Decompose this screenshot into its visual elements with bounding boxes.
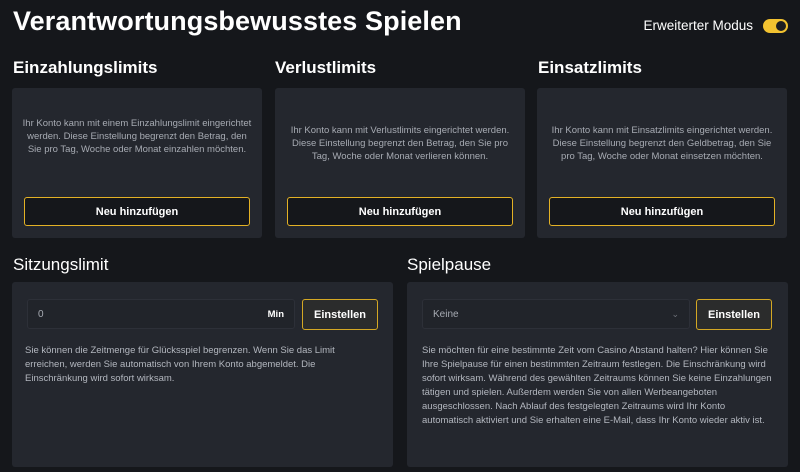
advanced-mode-toggle[interactable]: Erweiterter Modus: [643, 18, 788, 33]
loss-limits-title: Verlustlimits: [275, 58, 377, 77]
session-limit-unit: Min: [267, 308, 284, 320]
gaming-break-description: Sie möchten für eine bestimmte Zeit vom …: [422, 345, 772, 426]
wager-limits-text: Ihr Konto kann mit Einsatzlimits eingeri…: [551, 125, 773, 162]
session-limit-description: Sie können die Zeitmenge für Glücksspiel…: [25, 345, 335, 384]
wager-limits-title: Einsatzlimits: [538, 58, 642, 77]
wager-limits-card: Ihr Konto kann mit Einsatzlimits eingeri…: [537, 88, 787, 238]
session-limit-value: 0: [38, 308, 44, 320]
session-limit-card: 0 Min Einstellen Sie können die Zeitmeng…: [12, 282, 393, 467]
session-limit-title: Sitzungslimit: [13, 255, 109, 274]
loss-limits-text: Ihr Konto kann mit Verlustlimits eingeri…: [290, 125, 510, 162]
gaming-break-value: Keine: [433, 308, 459, 320]
loss-limits-card: Ihr Konto kann mit Verlustlimits eingeri…: [275, 88, 525, 238]
wager-add-button[interactable]: Neu hinzufügen: [549, 197, 775, 226]
session-limit-input[interactable]: 0 Min: [27, 299, 295, 329]
deposit-limits-title: Einzahlungslimits: [13, 58, 158, 77]
session-set-button[interactable]: Einstellen: [302, 299, 378, 330]
page-title: Verantwortungsbewusstes Spielen: [13, 6, 462, 36]
deposit-limits-text: Ihr Konto kann mit einem Einzahlungslimi…: [22, 118, 252, 155]
advanced-mode-label: Erweiterter Modus: [643, 18, 753, 33]
advanced-mode-switch[interactable]: [763, 18, 788, 33]
loss-add-button[interactable]: Neu hinzufügen: [287, 197, 513, 226]
gaming-break-card: Keine ⌄ Einstellen Sie möchten für eine …: [407, 282, 788, 467]
chevron-down-icon: ⌄: [671, 308, 679, 319]
deposit-limits-card: Ihr Konto kann mit einem Einzahlungslimi…: [12, 88, 262, 238]
gaming-break-select[interactable]: Keine ⌄: [422, 299, 690, 329]
gaming-break-set-button[interactable]: Einstellen: [696, 299, 772, 330]
deposit-add-button[interactable]: Neu hinzufügen: [24, 197, 250, 226]
gaming-break-title: Spielpause: [407, 255, 492, 274]
toggle-knob: [776, 20, 786, 31]
